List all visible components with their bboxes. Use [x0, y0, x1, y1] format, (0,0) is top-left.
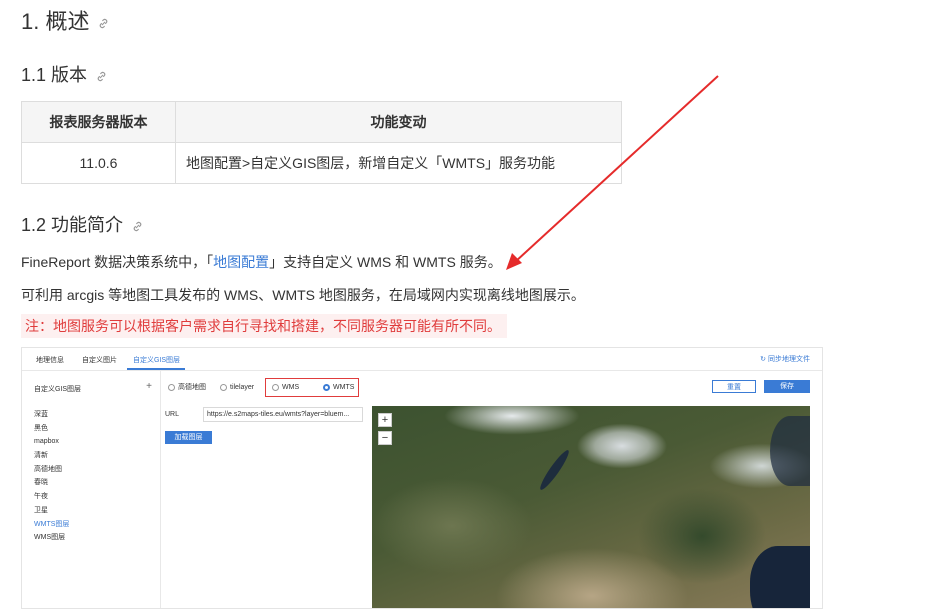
tab-bar: 地理信息 自定义图片 自定义GIS图层 ↻ 同步地理文件: [22, 348, 822, 371]
url-label: URL: [165, 411, 180, 418]
save-button[interactable]: 保存: [764, 380, 810, 393]
plus-icon[interactable]: +: [146, 381, 152, 392]
layer-panel-title: 自定义GIS图层: [34, 386, 82, 393]
arrow-head: [506, 253, 522, 270]
list-item-selected[interactable]: WMTS图层: [34, 518, 69, 532]
table-cell: 11.0.6: [21, 142, 176, 184]
table-cell: 地图配置>自定义GIS图层，新增自定义「WMTS」服务功能: [175, 142, 622, 184]
sync-geo-button[interactable]: ↻ 同步地理文件: [760, 354, 810, 364]
intro-suffix: 」支持自定义 WMS 和 WMTS 服务。: [269, 254, 502, 270]
intro-heading-text: 1.2 功能简介: [21, 215, 124, 235]
page-title-text: 1. 概述: [21, 9, 90, 34]
intro-paragraph: FineReport 数据决策系统中，「地图配置」支持自定义 WMS 和 WMT…: [21, 252, 502, 272]
layer-list: 深蓝 黑色 mapbox 清新 高德地图 春晓 午夜 卫星 WMTS图层 WMS…: [34, 408, 69, 545]
settings-screenshot: 地理信息 自定义图片 自定义GIS图层 ↻ 同步地理文件 自定义GIS图层 + …: [21, 347, 823, 609]
radio-label: tilelayer: [230, 384, 255, 391]
list-item[interactable]: 春晓: [34, 476, 69, 490]
url-input[interactable]: https://e.s2maps-tiles.eu/wmts?layer=blu…: [203, 407, 363, 422]
radio-tilelayer[interactable]: tilelayer: [220, 382, 254, 394]
radio-circle: [220, 383, 227, 391]
table-header-cell: 报表服务器版本: [21, 101, 176, 143]
map-preview[interactable]: + −: [372, 406, 810, 608]
table-header-cell: 功能变动: [175, 101, 622, 143]
active-tab-indicator: [127, 368, 185, 370]
layer-list-panel: 自定义GIS图层 + 深蓝 黑色 mapbox 清新 高德地图 春晓 午夜 卫星…: [22, 371, 161, 608]
list-item[interactable]: 高德地图: [34, 463, 69, 477]
map-config-link[interactable]: 地图配置: [213, 254, 269, 270]
version-heading: 1.1 版本: [21, 61, 108, 87]
highlight-box: [265, 378, 359, 397]
map-sea: [770, 416, 810, 486]
radio-label: 高德地图: [178, 384, 206, 391]
list-item[interactable]: 卫星: [34, 504, 69, 518]
zoom-out-button[interactable]: −: [378, 431, 392, 445]
tab-geo-info[interactable]: 地理信息: [36, 355, 64, 365]
table-header-row: 报表服务器版本 功能变动: [21, 101, 622, 143]
version-heading-text: 1.1 版本: [21, 65, 88, 85]
refresh-icon: ↻: [760, 356, 767, 363]
table-row: 11.0.6 地图配置>自定义GIS图层，新增自定义「WMTS」服务功能: [21, 142, 622, 184]
list-item[interactable]: 黑色: [34, 422, 69, 436]
sync-geo-label: 同步地理文件: [768, 356, 810, 363]
version-table: 报表服务器版本 功能变动 11.0.6 地图配置>自定义GIS图层，新增自定义「…: [21, 101, 622, 184]
link-icon[interactable]: [131, 219, 144, 233]
page-title: 1. 概述: [21, 4, 110, 36]
description-paragraph: 可利用 arcgis 等地图工具发布的 WMS、WMTS 地图服务，在局域网内实…: [21, 287, 585, 303]
map-lake: [537, 447, 572, 493]
zoom-in-button[interactable]: +: [378, 413, 392, 427]
list-item[interactable]: 午夜: [34, 490, 69, 504]
add-layer-button[interactable]: 加载图层: [165, 431, 212, 444]
intro-prefix: FineReport 数据决策系统中，「: [21, 254, 214, 270]
tab-custom-gis[interactable]: 自定义GIS图层: [133, 355, 180, 365]
list-item[interactable]: 清新: [34, 449, 69, 463]
link-icon[interactable]: [97, 16, 110, 30]
list-item[interactable]: WMS图层: [34, 531, 69, 545]
tab-custom-image[interactable]: 自定义图片: [82, 355, 117, 365]
list-item[interactable]: 深蓝: [34, 408, 69, 422]
reset-button[interactable]: 重置: [712, 380, 756, 393]
map-sea: [750, 546, 810, 608]
radio-circle: [168, 383, 175, 391]
intro-heading: 1.2 功能简介: [21, 211, 144, 237]
list-item[interactable]: mapbox: [34, 435, 69, 449]
radio-gaode[interactable]: 高德地图: [168, 382, 206, 394]
note-callout: 注：地图服务可以根据客户需求自行寻找和搭建，不同服务器可能有所不同。: [21, 314, 507, 338]
link-icon[interactable]: [95, 69, 108, 83]
